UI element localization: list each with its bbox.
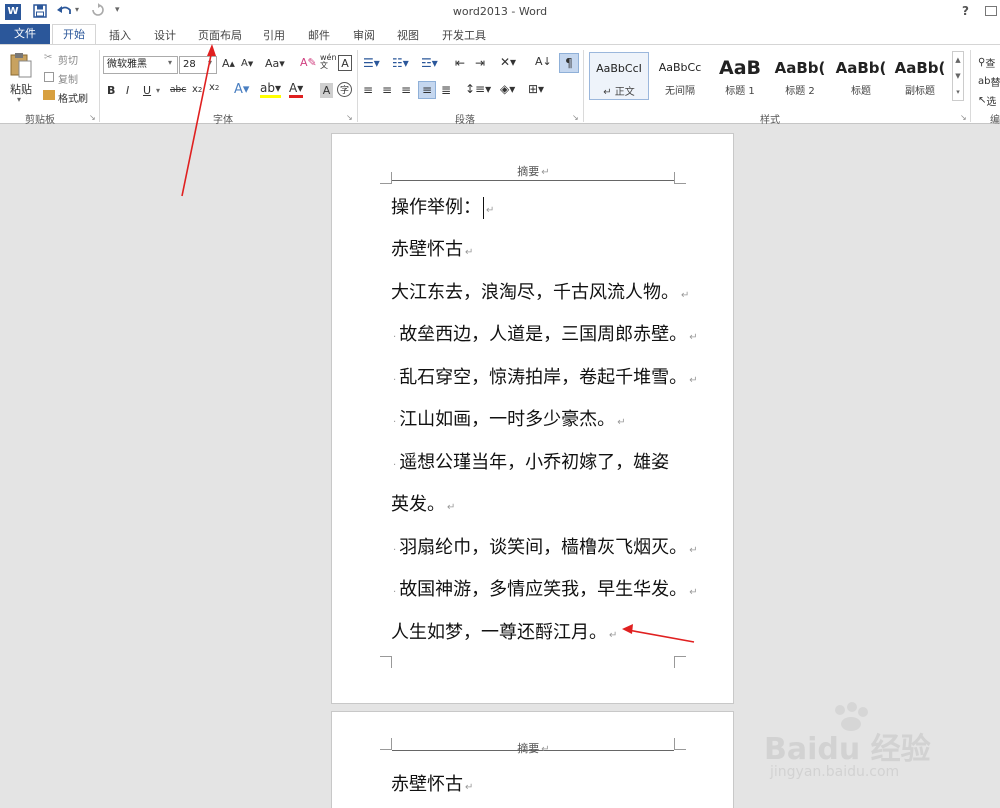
- annotation-arrow-to-text-end: [627, 629, 695, 643]
- baidu-watermark: Baidu 经验 jingyan.baidu.com: [760, 700, 1000, 800]
- annotation-arrow-to-page-layout: [181, 49, 213, 197]
- arrowhead-icon: [622, 624, 633, 634]
- watermark-url: jingyan.baidu.com: [770, 764, 900, 780]
- watermark-brand: Baidu 经验: [764, 732, 931, 767]
- annotation-arrows: [181, 44, 695, 643]
- arrowhead-icon: [207, 44, 216, 56]
